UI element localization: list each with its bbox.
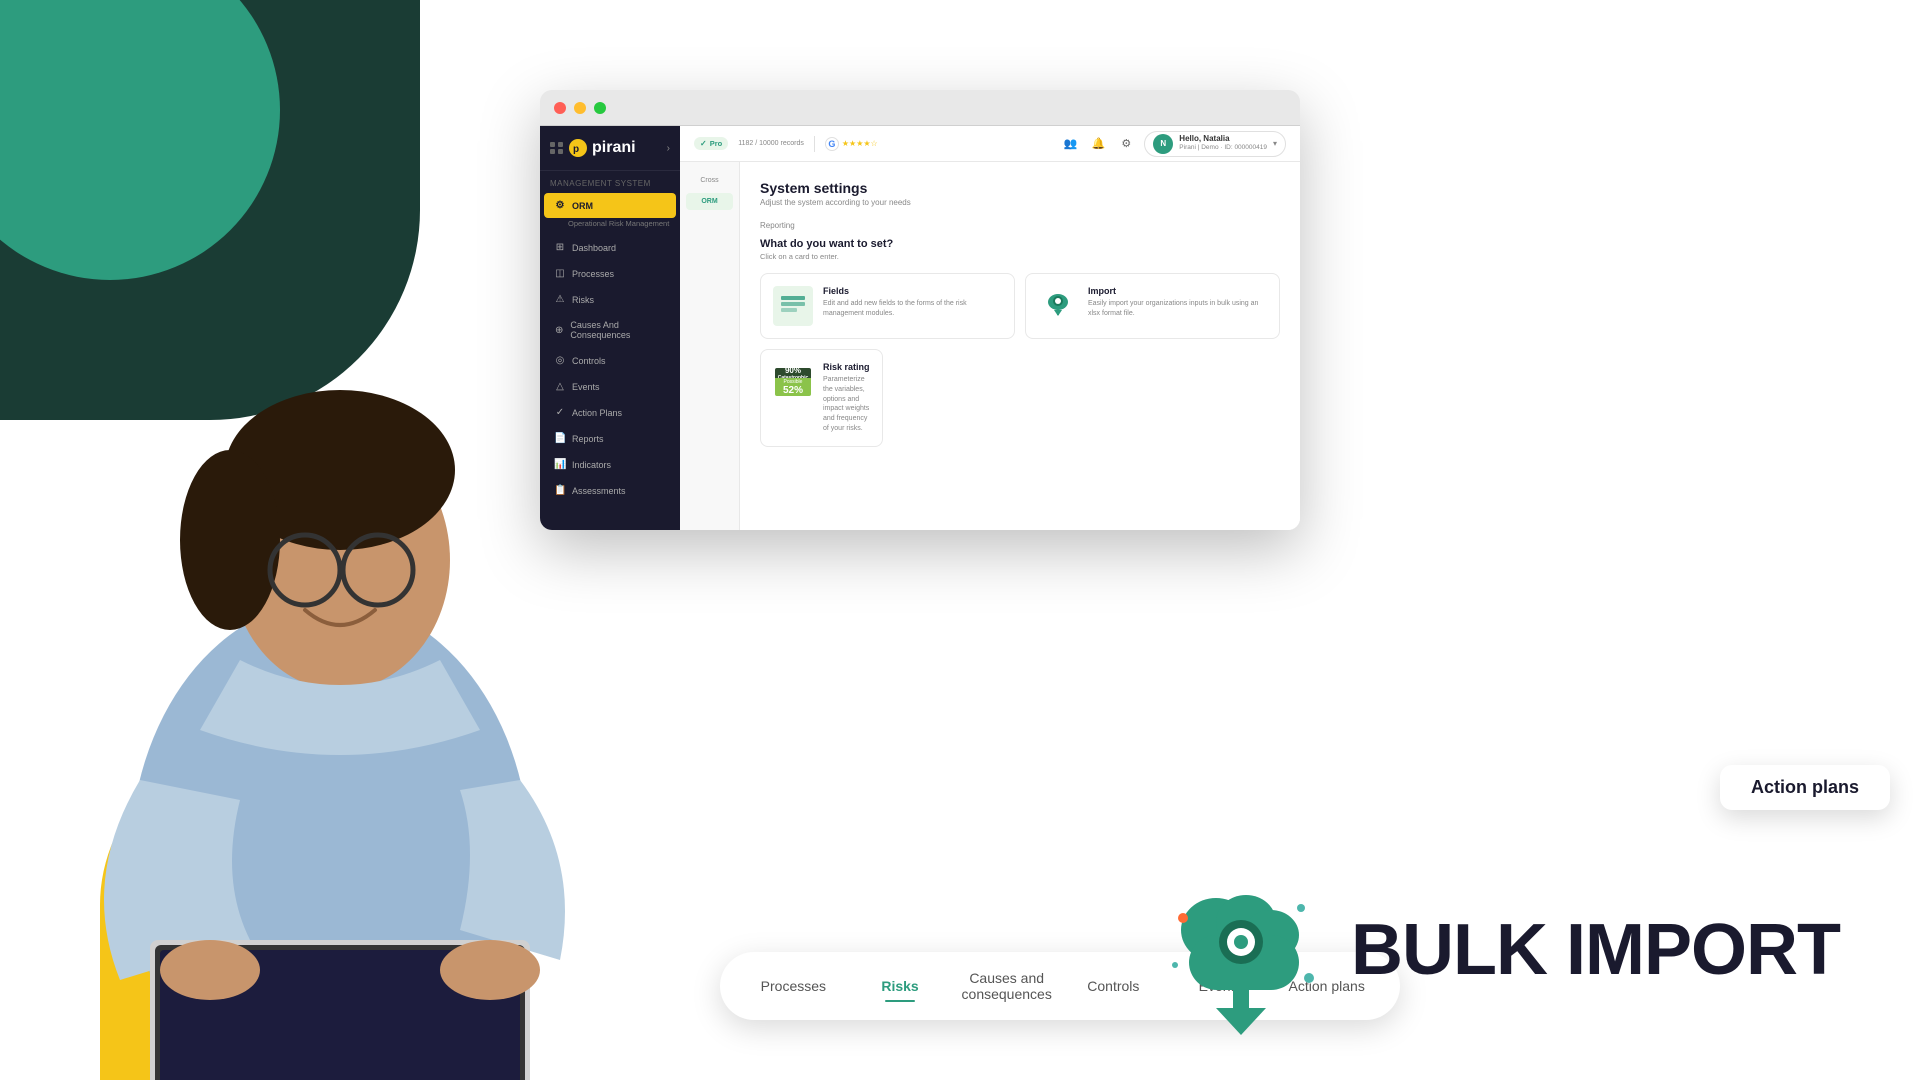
navbar-actions: 👥 🔔 ⚙ N Hello, Natalia Pirani | Demo · I… bbox=[1060, 131, 1286, 157]
sidebar-item-events[interactable]: △ Events bbox=[544, 374, 676, 399]
sidebar-item-controls[interactable]: ◎ Controls bbox=[544, 348, 676, 373]
app-navbar: ✓ Pro 1182 / 10000 records G ★★★★☆ 👥 🔔 ⚙… bbox=[680, 126, 1300, 162]
star-rating: ★★★★☆ bbox=[842, 139, 878, 148]
fullscreen-dot[interactable] bbox=[594, 102, 606, 114]
assessments-icon: 📋 bbox=[554, 485, 566, 496]
orm-icon: ⚙ bbox=[554, 200, 566, 211]
settings-question: What do you want to set? bbox=[760, 238, 1280, 250]
user-menu[interactable]: N Hello, Natalia Pirani | Demo · ID: 000… bbox=[1144, 131, 1286, 157]
sidebar-toggle[interactable]: › bbox=[667, 143, 670, 154]
events-icon: △ bbox=[554, 381, 566, 392]
user-avatar: N bbox=[1153, 134, 1173, 154]
fields-card-icon bbox=[773, 286, 813, 326]
user-info: Hello, Natalia Pirani | Demo · ID: 00000… bbox=[1179, 134, 1267, 153]
plan-check-icon: ✓ bbox=[700, 139, 707, 148]
sidebar-item-orm[interactable]: ⚙ ORM bbox=[544, 193, 676, 218]
sidebar-item-reports[interactable]: 📄 Reports bbox=[544, 426, 676, 451]
navbar-rating: G ★★★★☆ bbox=[825, 137, 878, 151]
risk-bar-catastrophic: 90% Catastrophic bbox=[775, 368, 811, 378]
sidebar-item-assessments[interactable]: 📋 Assessments bbox=[544, 478, 676, 503]
close-dot[interactable] bbox=[554, 102, 566, 114]
browser-content: p pirani › Management system ⚙ ORM Opera… bbox=[540, 126, 1300, 530]
google-logo: G bbox=[825, 137, 839, 151]
bell-icon-btn[interactable]: 🔔 bbox=[1088, 134, 1108, 154]
action-plans-badge-text: Action plans bbox=[1740, 777, 1870, 798]
sidebar-orm-sublabel: Operational Risk Management bbox=[540, 219, 680, 230]
settings-content: System settings Adjust the system accord… bbox=[740, 162, 1300, 530]
risks-icon: ⚠ bbox=[554, 294, 566, 305]
causes-icon: ⊕ bbox=[554, 325, 564, 336]
processes-icon: ◫ bbox=[554, 268, 566, 279]
plan-badge: ✓ Pro bbox=[694, 137, 728, 150]
sidebar-item-indicators[interactable]: 📊 Indicators bbox=[544, 452, 676, 477]
sidebar-item-risks[interactable]: ⚠ Risks bbox=[544, 287, 676, 312]
action-plans-icon: ✓ bbox=[554, 407, 566, 418]
sidebar-header: p pirani › bbox=[540, 126, 680, 171]
risk-rating-card[interactable]: 90% Catastrophic Possible 52% bbox=[760, 349, 883, 447]
settings-title: System settings bbox=[760, 180, 1280, 196]
bulk-import-text: BULK IMPORT bbox=[1351, 909, 1840, 991]
app-main: ✓ Pro 1182 / 10000 records G ★★★★☆ 👥 🔔 ⚙… bbox=[680, 126, 1300, 530]
fields-card[interactable]: Fields Edit and add new fields to the fo… bbox=[760, 273, 1015, 339]
settings-sidenav: Cross ORM bbox=[680, 162, 740, 530]
sidebar-item-causes[interactable]: ⊕ Causes And Consequences bbox=[544, 313, 676, 347]
plan-stats: 1182 / 10000 records bbox=[738, 140, 804, 147]
browser-window: p pirani › Management system ⚙ ORM Opera… bbox=[540, 90, 1300, 530]
settings-subtitle: Adjust the system according to your need… bbox=[760, 198, 1280, 207]
sidebar-section-label: Management system bbox=[540, 171, 680, 192]
sidenav-orm[interactable]: ORM bbox=[686, 193, 733, 210]
bulk-import-section: BULK IMPORT bbox=[1161, 870, 1840, 1030]
risk-bar-possible: Possible 52% bbox=[775, 378, 811, 396]
sidebar-item-action-plans[interactable]: ✓ Action Plans bbox=[544, 400, 676, 425]
users-icon-btn[interactable]: 👥 bbox=[1060, 134, 1080, 154]
app-sidebar: p pirani › Management system ⚙ ORM Opera… bbox=[540, 126, 680, 530]
pirani-logo-icon: p bbox=[568, 138, 588, 158]
navbar-divider-1 bbox=[814, 136, 815, 152]
settings-hint: Click on a card to enter. bbox=[760, 252, 1280, 261]
app-body: Cross ORM System settings Adjust the sys… bbox=[680, 162, 1300, 530]
action-plans-badge: Action plans bbox=[1720, 765, 1890, 810]
svg-text:p: p bbox=[573, 144, 579, 155]
browser-titlebar bbox=[540, 90, 1300, 126]
minimize-dot[interactable] bbox=[574, 102, 586, 114]
risk-meter: 90% Catastrophic Possible 52% bbox=[773, 362, 813, 402]
import-card-icon bbox=[1038, 286, 1078, 326]
risk-rating-card-text: Risk rating Parameterize the variables, … bbox=[823, 362, 870, 434]
tab-causes-consequences[interactable]: Causes and consequences bbox=[953, 960, 1060, 1012]
tab-controls[interactable]: Controls bbox=[1060, 968, 1167, 1004]
fields-card-text: Fields Edit and add new fields to the fo… bbox=[823, 286, 1002, 319]
sidebar-item-processes[interactable]: ◫ Processes bbox=[544, 261, 676, 286]
indicators-icon: 📊 bbox=[554, 459, 566, 470]
import-card[interactable]: Import Easily import your organizations … bbox=[1025, 273, 1280, 339]
gear-icon-btn[interactable]: ⚙ bbox=[1116, 134, 1136, 154]
tab-processes[interactable]: Processes bbox=[740, 968, 847, 1004]
chevron-down-icon: ▾ bbox=[1273, 139, 1277, 148]
tab-risks[interactable]: Risks bbox=[847, 968, 954, 1004]
dashboard-icon: ⊞ bbox=[554, 242, 566, 253]
settings-cards: Fields Edit and add new fields to the fo… bbox=[760, 273, 1280, 447]
reporting-label: Reporting bbox=[760, 221, 1280, 230]
import-card-text: Import Easily import your organizations … bbox=[1088, 286, 1267, 319]
bulk-import-icon bbox=[1161, 870, 1321, 1030]
sidebar-item-dashboard[interactable]: ⊞ Dashboard bbox=[544, 235, 676, 260]
sidebar-logo: pirani bbox=[592, 139, 636, 157]
sidenav-cross[interactable]: Cross bbox=[686, 172, 733, 189]
reports-icon: 📄 bbox=[554, 433, 566, 444]
controls-icon: ◎ bbox=[554, 355, 566, 366]
